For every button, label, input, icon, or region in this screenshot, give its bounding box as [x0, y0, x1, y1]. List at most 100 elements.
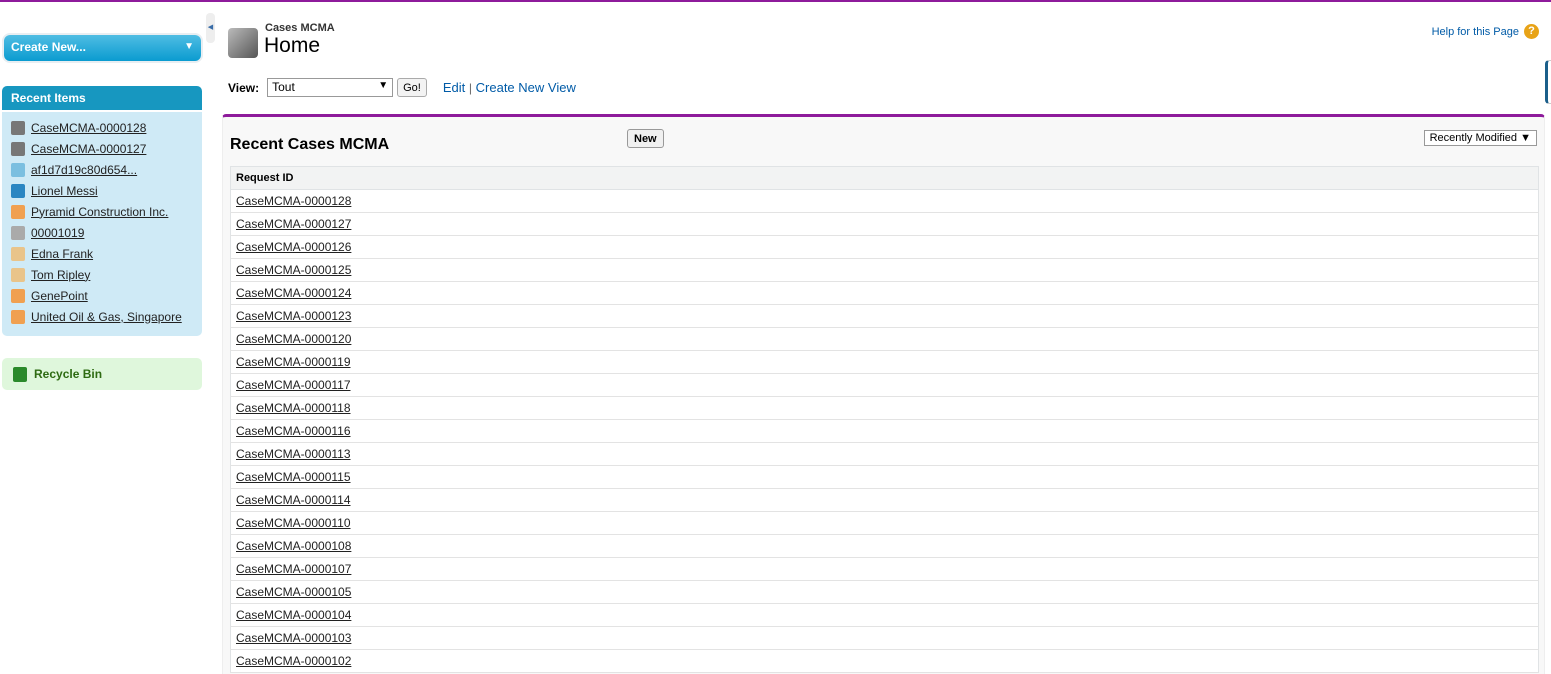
case-link[interactable]: CaseMCMA-0000120 [236, 332, 351, 346]
recent-item: CaseMCMA-0000128 [11, 117, 202, 138]
table-row: CaseMCMA-0000115 [230, 465, 1539, 489]
column-header-request-id[interactable]: Request ID [230, 166, 1539, 190]
request-id-cell: CaseMCMA-0000123 [230, 304, 1539, 328]
case-link[interactable]: CaseMCMA-0000118 [236, 401, 351, 415]
case-link[interactable]: CaseMCMA-0000103 [236, 631, 351, 645]
case-link[interactable]: CaseMCMA-0000105 [236, 585, 351, 599]
table-row: CaseMCMA-0000118 [230, 396, 1539, 420]
panel-title: Recent Cases MCMA [230, 136, 390, 153]
safe-icon [11, 141, 25, 156]
table-row: CaseMCMA-0000113 [230, 442, 1539, 466]
table-row: CaseMCMA-0000128 [230, 189, 1539, 213]
recent-item-link[interactable]: CaseMCMA-0000128 [31, 121, 146, 135]
new-button[interactable]: New [627, 129, 664, 148]
case-link[interactable]: CaseMCMA-0000116 [236, 424, 351, 438]
table-row: CaseMCMA-0000107 [230, 557, 1539, 581]
recent-item-link[interactable]: United Oil & Gas, Singapore [31, 310, 182, 324]
request-id-cell: CaseMCMA-0000117 [230, 373, 1539, 397]
recycle-bin-icon [13, 366, 27, 382]
case-link[interactable]: CaseMCMA-0000126 [236, 240, 351, 254]
edit-view-link[interactable]: Edit [443, 80, 465, 95]
side-panel-handle[interactable] [1545, 60, 1551, 104]
recent-item: af1d7d19c80d654... [11, 159, 202, 180]
request-id-cell: CaseMCMA-0000114 [230, 488, 1539, 512]
recent-item-link[interactable]: Edna Frank [31, 247, 93, 261]
recent-item-link[interactable]: Pyramid Construction Inc. [31, 205, 168, 219]
go-button[interactable]: Go! [397, 78, 427, 97]
case-link[interactable]: CaseMCMA-0000124 [236, 286, 351, 300]
safe-icon [228, 28, 258, 58]
request-id-cell: CaseMCMA-0000108 [230, 534, 1539, 558]
recent-item-link[interactable]: Tom Ripley [31, 268, 90, 282]
recent-item: Edna Frank [11, 243, 202, 264]
request-id-cell: CaseMCMA-0000110 [230, 511, 1539, 535]
table-row: CaseMCMA-0000117 [230, 373, 1539, 397]
case-link[interactable]: CaseMCMA-0000123 [236, 309, 351, 323]
help-link[interactable]: Help for this Page? [1432, 24, 1539, 39]
table-row: CaseMCMA-0000110 [230, 511, 1539, 535]
recent-item: Lionel Messi [11, 180, 202, 201]
recent-items-title: Recent Items [2, 86, 202, 110]
view-label: View: [228, 80, 260, 95]
recycle-bin-link[interactable]: Recycle Bin [2, 358, 202, 390]
request-id-cell: CaseMCMA-0000113 [230, 442, 1539, 466]
sort-selected: Recently Modified [1429, 132, 1518, 144]
help-label: Help for this Page [1431, 25, 1519, 38]
view-selected: Tout [272, 80, 295, 94]
request-id-cell: CaseMCMA-0000104 [230, 603, 1539, 627]
request-id-cell: CaseMCMA-0000118 [230, 396, 1539, 420]
request-id-cell: CaseMCMA-0000124 [230, 281, 1539, 305]
account-folder-icon [11, 204, 25, 219]
create-new-label: Create New... [11, 40, 86, 54]
view-select[interactable]: Tout ▼ [267, 78, 394, 97]
table-row: CaseMCMA-0000116 [230, 419, 1539, 443]
create-new-button[interactable]: Create New... ▼ [4, 35, 201, 61]
account-folder-icon [11, 288, 25, 303]
recent-item-link[interactable]: 00001019 [31, 226, 84, 240]
case-link[interactable]: CaseMCMA-0000107 [236, 562, 351, 576]
person-icon [11, 183, 25, 198]
recent-cases-table: Request ID CaseMCMA-0000128 CaseMCMA-00001… [230, 166, 1539, 673]
table-row: CaseMCMA-0000114 [230, 488, 1539, 512]
case-link[interactable]: CaseMCMA-0000127 [236, 217, 351, 231]
case-link[interactable]: CaseMCMA-0000117 [236, 378, 351, 392]
recent-item: CaseMCMA-0000127 [11, 138, 202, 159]
case-link[interactable]: CaseMCMA-0000104 [236, 608, 351, 622]
table-row: CaseMCMA-0000127 [230, 212, 1539, 236]
recent-items-list: CaseMCMA-0000128 CaseMCMA-0000127 af1d7d19… [2, 112, 202, 336]
object-name: Cases MCMA [265, 22, 335, 34]
table-row: CaseMCMA-0000125 [230, 258, 1539, 282]
case-link[interactable]: CaseMCMA-0000108 [236, 539, 351, 553]
case-link[interactable]: CaseMCMA-0000115 [236, 470, 351, 484]
table-row: CaseMCMA-0000105 [230, 580, 1539, 604]
recent-cases-panel: Recent Cases MCMA New Recently Modified … [222, 114, 1545, 674]
collapse-sidebar-handle[interactable]: ◀ [206, 13, 215, 43]
contact-card-icon [11, 267, 25, 282]
request-id-cell: CaseMCMA-0000107 [230, 557, 1539, 581]
recent-item: United Oil & Gas, Singapore [11, 306, 202, 327]
request-id-cell: CaseMCMA-0000126 [230, 235, 1539, 259]
case-link[interactable]: CaseMCMA-0000128 [236, 194, 351, 208]
recent-item-link[interactable]: GenePoint [31, 289, 88, 303]
case-link[interactable]: CaseMCMA-0000114 [236, 493, 351, 507]
page-title: Home [264, 34, 321, 57]
create-new-view-link[interactable]: Create New View [476, 80, 576, 95]
case-link[interactable]: CaseMCMA-0000119 [236, 355, 351, 369]
case-link[interactable]: CaseMCMA-0000102 [236, 654, 351, 668]
case-link[interactable]: CaseMCMA-0000113 [236, 447, 351, 461]
request-id-cell: CaseMCMA-0000128 [230, 189, 1539, 213]
table-row: CaseMCMA-0000126 [230, 235, 1539, 259]
dropdown-arrow-icon: ▼ [378, 80, 389, 91]
recycle-bin-label: Recycle Bin [34, 367, 103, 381]
request-id-cell: CaseMCMA-0000115 [230, 465, 1539, 489]
table-row: CaseMCMA-0000120 [230, 327, 1539, 351]
recent-item-link[interactable]: Lionel Messi [31, 184, 98, 198]
case-link[interactable]: CaseMCMA-0000125 [236, 263, 351, 277]
case-link[interactable]: CaseMCMA-0000110 [236, 516, 351, 530]
recent-item: GenePoint [11, 285, 202, 306]
sort-select[interactable]: Recently Modified ▼ [1423, 130, 1537, 146]
recent-item-link[interactable]: af1d7d19c80d654... [31, 163, 137, 177]
request-id-cell: CaseMCMA-0000102 [230, 649, 1539, 673]
recent-item-link[interactable]: CaseMCMA-0000127 [31, 142, 146, 156]
view-bar: View: Tout ▼ Go! Edit | Create New View [228, 78, 576, 97]
